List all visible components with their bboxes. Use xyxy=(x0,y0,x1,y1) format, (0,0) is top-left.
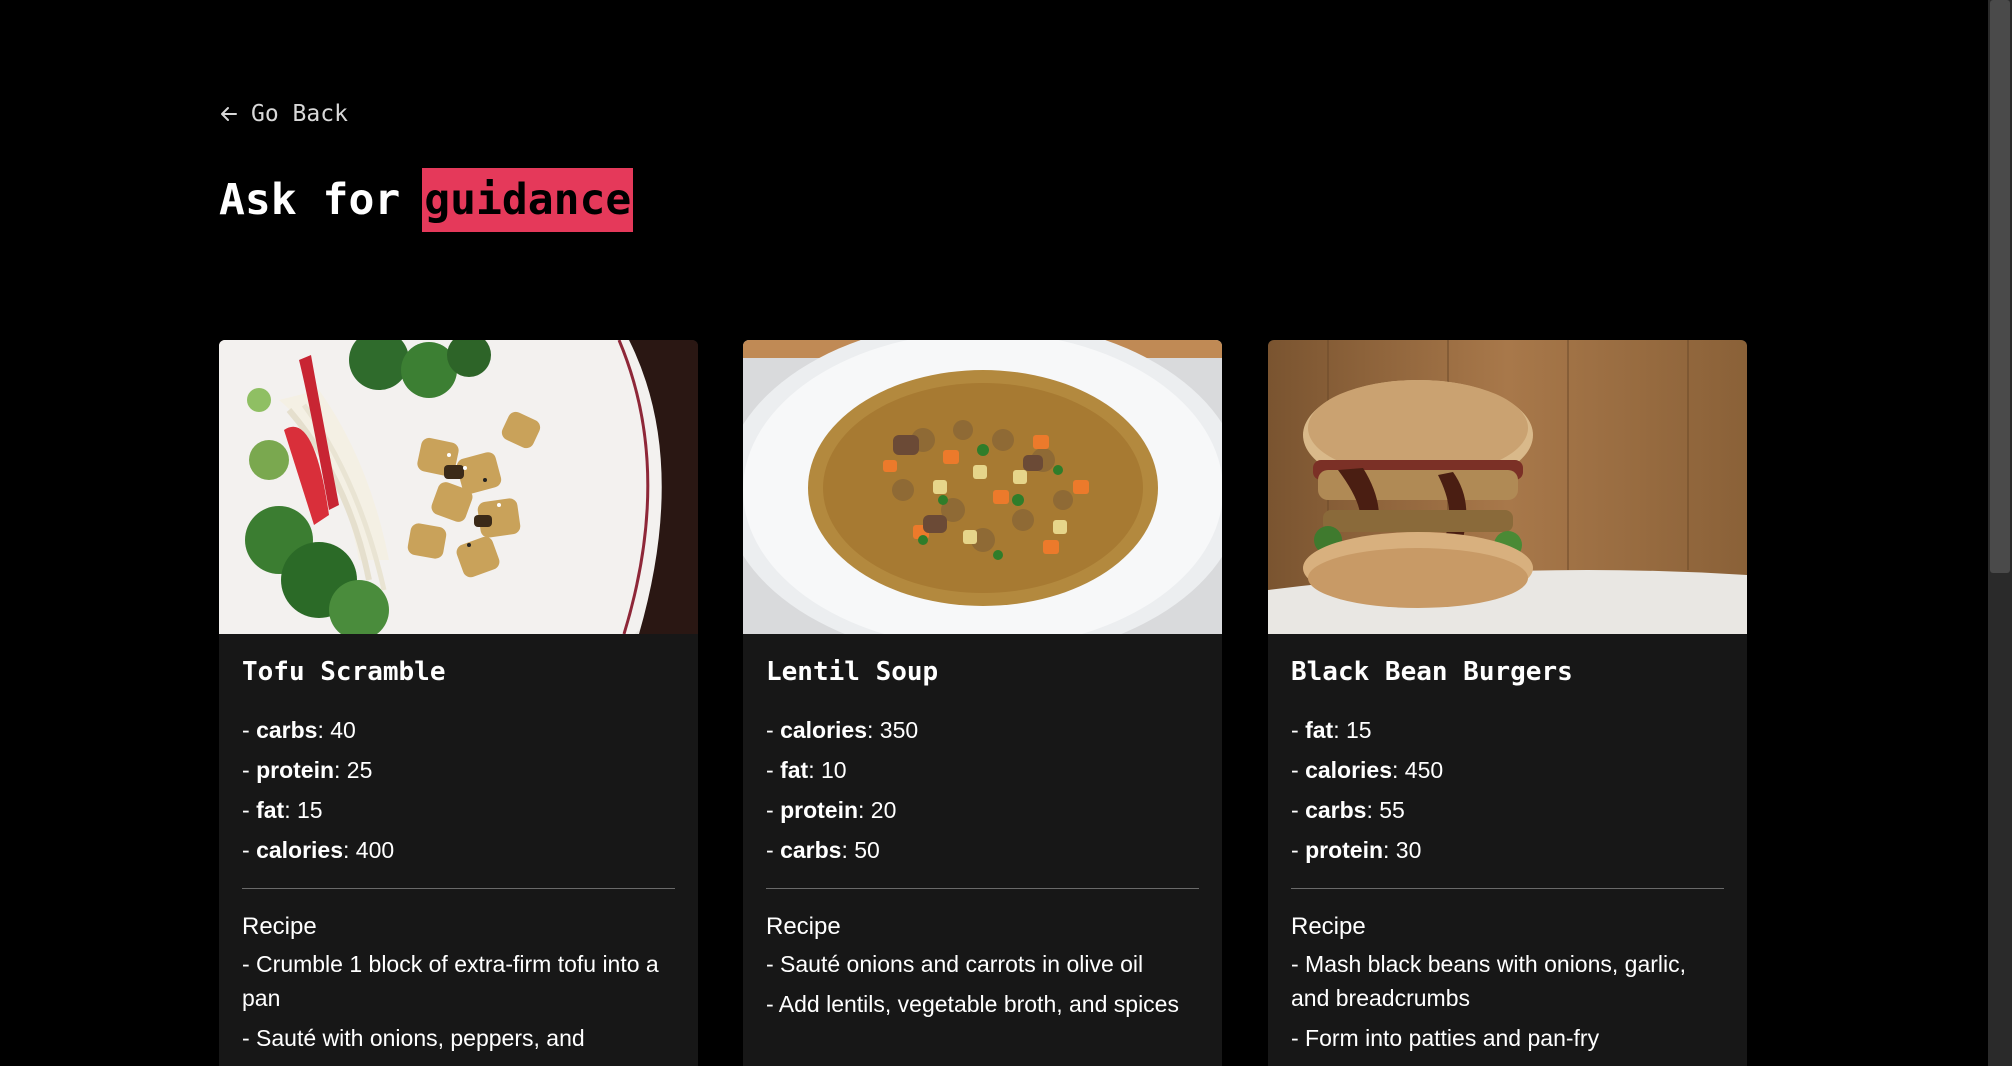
nutrient-name: calories xyxy=(780,717,868,743)
nutrient-value: 50 xyxy=(854,837,880,863)
nutrient-item: - protein: 20 xyxy=(766,797,897,823)
nutrient-value: 15 xyxy=(296,797,323,823)
recipe-label: Recipe xyxy=(1291,913,1366,940)
nutrient-name: fat xyxy=(780,757,809,783)
card-title: Black Bean Burgers xyxy=(1291,657,1573,687)
nutrient-value: 350 xyxy=(879,717,919,743)
nutrient-name: protein xyxy=(780,797,859,823)
recipe-card-tofu-scramble: Tofu Scramble - carbs: 40 - protein: 25 … xyxy=(219,340,698,1066)
page-title-prefix: Ask for xyxy=(219,175,401,225)
nutrient-value: 25 xyxy=(346,757,373,783)
divider xyxy=(766,888,1199,889)
black-bean-burger-photo xyxy=(1268,340,1747,634)
tofu-noodle-bowl-photo xyxy=(219,340,698,634)
recipe-step: - Crumble 1 block of extra-firm tofu int… xyxy=(242,951,659,1011)
nutrient-value: 20 xyxy=(870,797,897,823)
recipe-label: Recipe xyxy=(242,913,317,940)
page-title-highlight: guidance xyxy=(422,168,634,232)
recipe-step: - Sauté onions and carrots in olive oil xyxy=(766,951,1144,977)
nutrient-name: protein xyxy=(1305,837,1384,863)
nutrient-item: - fat: 15 xyxy=(1291,717,1372,743)
recipe-step: - Form into patties and pan-fry xyxy=(1291,1025,1600,1051)
card-title: Lentil Soup xyxy=(766,657,939,687)
nutrient-name: fat xyxy=(256,797,285,823)
nutrient-name: calories xyxy=(1305,757,1393,783)
nutrient-list: - calories: 350 - fat: 10 - protein: 20 … xyxy=(766,710,1199,870)
nutrient-item: - fat: 15 xyxy=(242,797,323,823)
nutrient-item: - calories: 400 xyxy=(242,837,395,863)
nutrient-item: - carbs: 55 xyxy=(1291,797,1405,823)
divider xyxy=(1291,888,1724,889)
nutrient-item: - calories: 350 xyxy=(766,717,919,743)
nutrient-value: 55 xyxy=(1379,797,1405,823)
lentil-soup-bowl-photo xyxy=(743,340,1222,634)
nutrient-name: carbs xyxy=(1305,797,1367,823)
nutrient-name: calories xyxy=(256,837,344,863)
nutrient-item: - carbs: 50 xyxy=(766,837,880,863)
recipe-label: Recipe xyxy=(766,913,841,940)
scrollbar-thumb[interactable] xyxy=(1990,0,2010,573)
nutrient-name: fat xyxy=(1305,717,1334,743)
nutrient-item: - protein: 30 xyxy=(1291,837,1422,863)
nutrient-value: 40 xyxy=(330,717,356,743)
nutrient-name: carbs xyxy=(780,837,842,863)
nutrient-value: 10 xyxy=(820,757,847,783)
nutrient-name: protein xyxy=(256,757,335,783)
card-title: Tofu Scramble xyxy=(242,657,446,687)
page-title: Ask for guidance xyxy=(219,168,634,232)
go-back-link[interactable]: Go Back xyxy=(219,98,348,130)
arrow-left-icon xyxy=(219,104,239,124)
nutrient-item: - carbs: 40 xyxy=(242,717,356,743)
nutrient-value: 400 xyxy=(355,837,395,863)
go-back-label: Go Back xyxy=(251,101,348,127)
recipe-step: - Mash black beans with onions, garlic, … xyxy=(1291,951,1687,1011)
nutrient-value: 450 xyxy=(1404,757,1444,783)
nutrient-list: - carbs: 40 - protein: 25 - fat: 15 - ca… xyxy=(242,710,675,870)
nutrient-value: 15 xyxy=(1345,717,1372,743)
page: Go Back Ask for guidance Tofu Scramble -… xyxy=(0,0,2012,1066)
nutrient-item: - protein: 25 xyxy=(242,757,373,783)
nutrient-item: - calories: 450 xyxy=(1291,757,1444,783)
nutrient-list: - fat: 15 - calories: 450 - carbs: 55 - … xyxy=(1291,710,1724,870)
nutrient-item: - fat: 10 xyxy=(766,757,847,783)
divider xyxy=(242,888,675,889)
nutrient-name: carbs xyxy=(256,717,318,743)
recipe-card-black-bean-burgers: Black Bean Burgers - fat: 15 - calories:… xyxy=(1268,340,1747,1066)
recipe-step: - Add lentils, vegetable broth, and spic… xyxy=(766,991,1179,1017)
recipe-card-lentil-soup: Lentil Soup - calories: 350 - fat: 10 - … xyxy=(743,340,1222,1066)
recipe-step: - Sauté with onions, peppers, and xyxy=(242,1025,585,1051)
vertical-scrollbar[interactable] xyxy=(1988,0,2012,1066)
nutrient-value: 30 xyxy=(1395,837,1422,863)
